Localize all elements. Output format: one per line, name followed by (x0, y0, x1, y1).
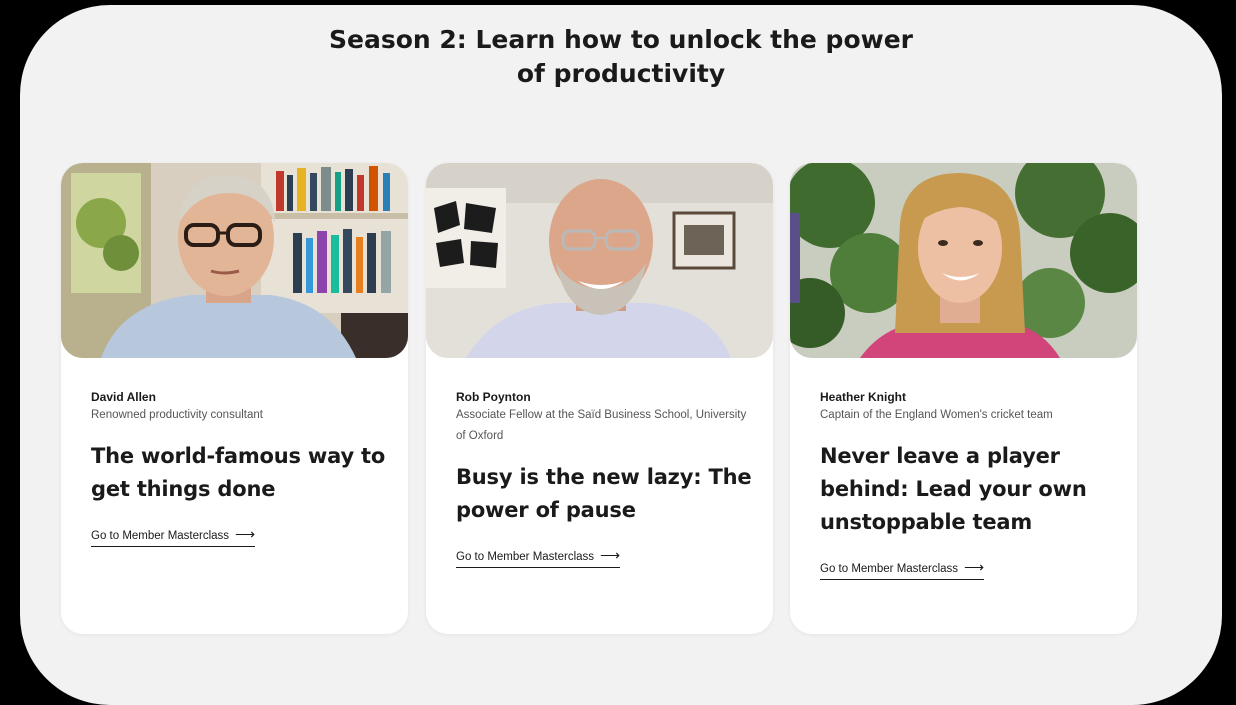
speaker-role: Captain of the England Women's cricket t… (820, 409, 1053, 421)
go-to-masterclass-link[interactable]: Go to Member Masterclass ⟶ (456, 547, 621, 568)
masterclass-card-rob-poynton[interactable]: Rob Poynton Associate Fellow at the Saïd… (426, 163, 773, 634)
card-body: David Allen Renowned productivity consul… (91, 389, 391, 547)
speaker-photo-david-allen (61, 163, 408, 358)
cta-label: Go to Member Masterclass (456, 551, 595, 563)
go-to-masterclass-link[interactable]: Go to Member Masterclass ⟶ (820, 559, 985, 580)
section-title-line-2: of productivity (516, 59, 726, 88)
masterclass-headline: Busy is the new lazy: The power of pause (456, 465, 752, 522)
cta-label: Go to Member Masterclass (91, 530, 230, 542)
masterclass-card-heather-knight[interactable]: Heather Knight Captain of the England Wo… (790, 163, 1137, 634)
speaker-photo-heather-knight (790, 163, 1137, 358)
arrow-right-icon: ⟶ (600, 547, 621, 563)
go-to-masterclass-link[interactable]: Go to Member Masterclass ⟶ (91, 526, 256, 547)
speaker-photo-rob-poynton (426, 163, 773, 358)
speaker-role: Associate Fellow at the Saïd Business Sc… (456, 409, 747, 442)
arrow-right-icon: ⟶ (964, 559, 985, 575)
speaker-role: Renowned productivity consultant (91, 409, 263, 421)
masterclass-card-david-allen[interactable]: David Allen Renowned productivity consul… (61, 163, 408, 634)
arrow-right-icon: ⟶ (235, 526, 256, 542)
speaker-name: David Allen (91, 390, 156, 404)
card-body: Heather Knight Captain of the England Wo… (820, 389, 1120, 580)
section-title: Season 2: Learn how to unlock the power … (20, 23, 1222, 91)
speaker-name: Heather Knight (820, 390, 907, 404)
masterclass-headline: Never leave a player behind: Lead your o… (820, 444, 1087, 534)
cta-label: Go to Member Masterclass (820, 563, 959, 575)
masterclass-headline: The world-famous way to get things done (91, 444, 386, 501)
card-body: Rob Poynton Associate Fellow at the Saïd… (456, 389, 756, 568)
speaker-name: Rob Poynton (456, 390, 531, 404)
section-title-line-1: Season 2: Learn how to unlock the power (328, 25, 914, 54)
